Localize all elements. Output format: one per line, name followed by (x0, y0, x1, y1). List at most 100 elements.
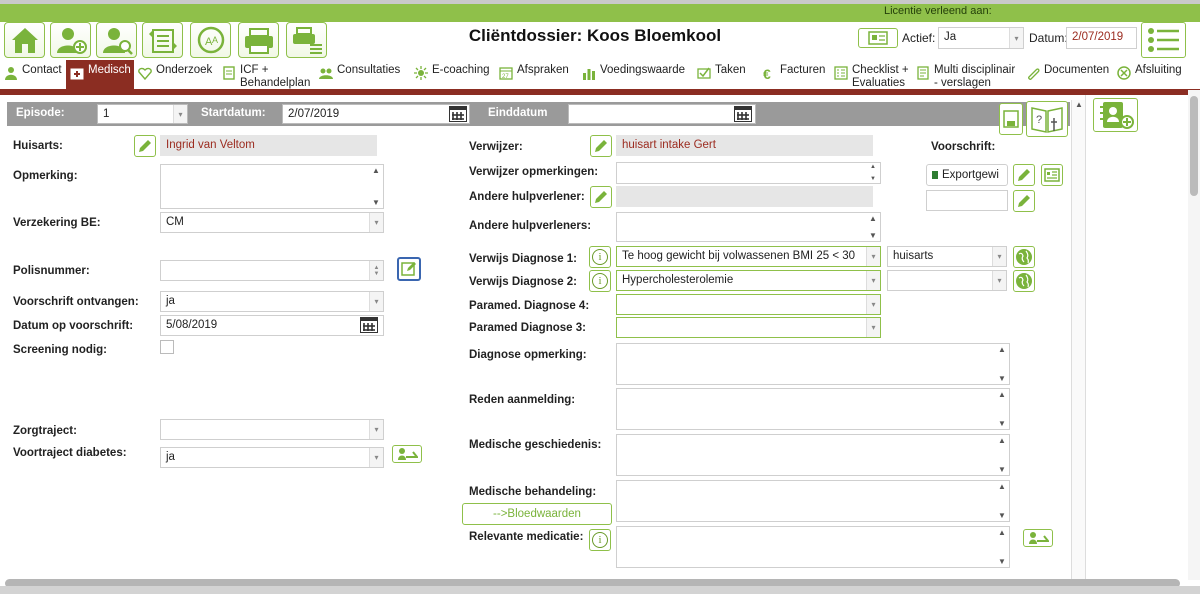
reden-aanmelding-textarea[interactable]: ▲ ▼ (616, 388, 1010, 430)
save-button[interactable] (999, 103, 1023, 135)
voorschrift-list-button[interactable] (1041, 164, 1063, 186)
medicatie-action-button[interactable] (1023, 529, 1053, 547)
add-contact-book-button[interactable] (1093, 98, 1138, 132)
scrollbar[interactable]: ▲ ▼ (995, 435, 1009, 475)
diagnose1-info-button[interactable]: i (589, 246, 611, 268)
chevron-down-icon: ▾ (866, 295, 880, 314)
refresh-button[interactable]: AA (190, 22, 231, 58)
opmerking-textarea[interactable]: ▲ ▼ (160, 164, 384, 209)
calendar-icon[interactable] (734, 106, 752, 122)
voorschrift-field[interactable] (926, 190, 1008, 211)
end-date-field[interactable] (568, 104, 756, 124)
andere-hulpverlener-field[interactable] (616, 186, 873, 207)
verwijzer-field[interactable]: huisart intake Gert (616, 135, 873, 156)
datum-voorschrift-field[interactable]: 5/08/2019 (160, 315, 384, 336)
medicatie-info-button[interactable]: i (589, 529, 611, 551)
voortraject-select[interactable]: ja ▾ (160, 447, 384, 468)
excel-icon (932, 171, 938, 179)
zorgtraject-select[interactable]: ▾ (160, 419, 384, 440)
document-list-icon (1044, 168, 1060, 182)
stepper[interactable]: ▲ ▼ (369, 261, 383, 280)
search-user-icon (102, 28, 133, 55)
diagnose2-source-select[interactable]: ▾ (887, 270, 1007, 291)
date-field[interactable]: 2/07/2019 (1066, 27, 1137, 49)
home-button[interactable] (4, 22, 45, 58)
tab-label: Facturen (780, 64, 826, 76)
paperclip-icon (1028, 68, 1040, 80)
medische-behandeling-label: Medische behandeling: (469, 486, 597, 498)
info-icon: i (592, 273, 608, 289)
page-vertical-scrollbar[interactable] (1188, 90, 1200, 580)
tab-medisch[interactable]: Medisch (66, 60, 134, 89)
end-date-label: Einddatum (488, 107, 548, 119)
calendar-icon: 27 (499, 67, 513, 80)
paramed-diagnose3-select[interactable]: ▾ (616, 317, 881, 338)
diagnose2-globe-button[interactable] (1013, 270, 1035, 292)
content-scrollbar[interactable]: ▲ (1071, 100, 1085, 580)
transfer-list-button[interactable] (142, 22, 183, 58)
edit-voorschrift-button[interactable] (1013, 164, 1035, 186)
calendar-icon[interactable] (449, 106, 467, 122)
scrollbar[interactable]: ▲ ▼ (995, 344, 1009, 384)
edit-polis-button[interactable] (397, 257, 421, 281)
menu-button[interactable] (1141, 22, 1186, 58)
scrollbar[interactable]: ▲ ▼ (369, 165, 383, 208)
window-bottom-edge (0, 586, 1200, 594)
polisnummer-field[interactable]: ▲ ▼ (160, 260, 384, 281)
tab-label: Taken (715, 64, 746, 76)
print-client-button[interactable] (238, 22, 279, 58)
diagnose2-info-button[interactable]: i (589, 270, 611, 292)
search-client-button[interactable] (96, 22, 137, 58)
save-icon (1003, 110, 1019, 128)
list-menu-icon (1147, 28, 1179, 52)
tab-label: Medisch (88, 64, 131, 76)
relevante-medicatie-textarea[interactable]: ▲ ▼ (616, 526, 1010, 568)
client-card-button[interactable] (858, 28, 898, 48)
scrollbar[interactable]: ▲ ▼ (995, 389, 1009, 429)
episode-value: 1 (103, 108, 110, 120)
tab-label: Onderzoek (156, 64, 213, 76)
active-value: Ja (944, 31, 957, 43)
tab-label-line2: Evaluaties (852, 77, 906, 89)
edit-verwijzer-button[interactable] (590, 135, 612, 157)
add-client-button[interactable] (50, 22, 91, 58)
screening-checkbox[interactable] (160, 340, 174, 354)
diagnose1-source-select[interactable]: huisarts ▾ (887, 246, 1007, 267)
diagnose1-select[interactable]: Te hoog gewicht bij volwassenen BMI 25 <… (616, 246, 881, 267)
export-button[interactable]: Exportgewi (926, 164, 1008, 186)
medische-behandeling-textarea[interactable]: ▲ ▼ (616, 480, 1010, 522)
edit-huisarts-button[interactable] (134, 135, 156, 157)
calendar-icon[interactable] (360, 317, 378, 333)
verwijzer-opmerkingen-textarea[interactable]: ▲ ▼ (616, 162, 881, 184)
print-list-icon (292, 27, 322, 54)
diagnose2-select[interactable]: Hypercholesterolemie ▾ (616, 270, 881, 291)
andere-hulpverleners-textarea[interactable]: ▲ ▼ (616, 212, 881, 242)
diagnose1-globe-button[interactable] (1013, 246, 1035, 268)
scrollbar[interactable]: ▲ ▼ (995, 481, 1009, 521)
episode-select[interactable]: 1 ▾ (97, 104, 188, 124)
scrollbar[interactable]: ▲ ▼ (995, 527, 1009, 567)
paramed-diagnose4-select[interactable]: ▾ (616, 294, 881, 315)
edit-hulpverlener-button[interactable] (590, 186, 612, 208)
start-date-field[interactable]: 2/07/2019 (282, 104, 470, 124)
check-mail-icon (697, 67, 711, 79)
huisarts-field[interactable]: Ingrid van Veltom (160, 135, 377, 156)
bloedwaarden-button[interactable]: -->Bloedwaarden (462, 503, 612, 525)
voorschrift-ontvangen-select[interactable]: ja ▾ (160, 291, 384, 312)
tab-label: Afspraken (517, 64, 569, 76)
scrollbar[interactable]: ▲ ▼ (866, 213, 880, 241)
active-select[interactable]: Ja ▾ (938, 27, 1024, 49)
edit-voorschrift2-button[interactable] (1013, 190, 1035, 212)
voortraject-action-button[interactable] (392, 445, 422, 463)
help-button[interactable]: ? (1026, 101, 1068, 137)
medische-geschiedenis-textarea[interactable]: ▲ ▼ (616, 434, 1010, 476)
scrollbar[interactable]: ▲ ▼ (866, 163, 880, 183)
verwijzer-opmerkingen-label: Verwijzer opmerkingen: (469, 166, 599, 178)
datum-voorschrift-value: 5/08/2019 (166, 319, 218, 331)
diagnose-opmerking-textarea[interactable]: ▲ ▼ (616, 343, 1010, 385)
verwijzer-label: Verwijzer: (469, 141, 523, 153)
print-list-button[interactable] (286, 22, 327, 58)
verzekering-select[interactable]: CM ▾ (160, 212, 384, 233)
scroll-thumb[interactable] (1190, 96, 1198, 196)
start-date-value: 2/07/2019 (288, 108, 340, 120)
